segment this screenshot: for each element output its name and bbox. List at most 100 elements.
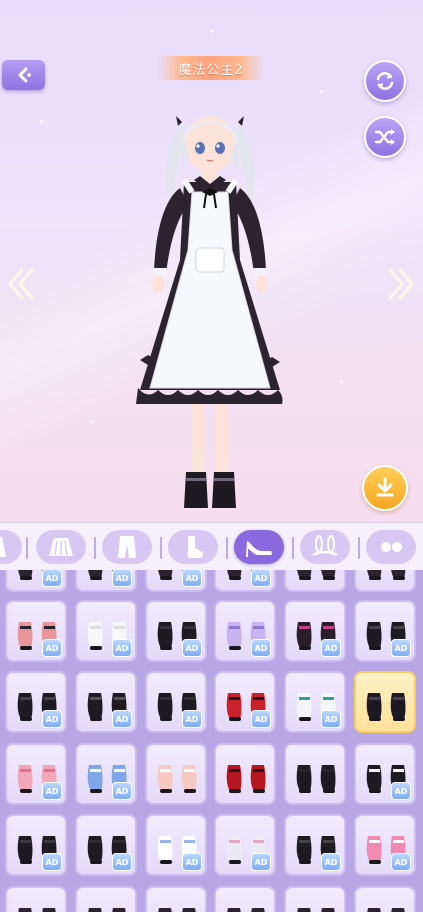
high-heel-icon bbox=[246, 541, 272, 557]
shoe-pair-icon bbox=[367, 908, 405, 912]
shoe-pair-icon bbox=[297, 908, 335, 912]
sparkle bbox=[340, 380, 343, 383]
shoe-pair-icon bbox=[157, 765, 197, 793]
shoe-item[interactable]: AD bbox=[145, 570, 207, 592]
dress-icon bbox=[0, 537, 6, 557]
dots-icon bbox=[381, 542, 402, 552]
shoe-item[interactable]: AD bbox=[5, 570, 67, 592]
divider bbox=[358, 537, 360, 559]
ad-badge: AD bbox=[182, 710, 202, 728]
divider bbox=[26, 537, 28, 559]
shoe-item[interactable]: AD bbox=[75, 570, 137, 592]
shoe-item[interactable]: AD bbox=[75, 743, 137, 805]
shoe-item[interactable]: AD bbox=[5, 671, 67, 733]
shoe-pair-icon bbox=[366, 693, 406, 721]
shoe-item[interactable] bbox=[5, 886, 67, 912]
rotate-button[interactable] bbox=[364, 60, 406, 102]
shoe-item[interactable]: AD bbox=[354, 743, 416, 805]
back-arrow-icon bbox=[18, 67, 31, 83]
ad-badge: AD bbox=[42, 710, 62, 728]
ad-badge: AD bbox=[251, 639, 271, 657]
ad-badge: AD bbox=[391, 853, 411, 871]
skirt-icon bbox=[49, 538, 73, 556]
shoe-item[interactable] bbox=[145, 743, 207, 805]
shoe-item[interactable]: AD bbox=[284, 671, 346, 733]
shoe-item[interactable]: AD bbox=[284, 600, 346, 662]
previous-outfit-button[interactable] bbox=[4, 262, 38, 306]
bunny-ears-icon bbox=[312, 535, 338, 557]
shoe-item[interactable] bbox=[284, 570, 346, 592]
shoe-item[interactable]: AD bbox=[214, 814, 276, 876]
shoe-item[interactable]: AD bbox=[214, 600, 276, 662]
shoe-item[interactable] bbox=[354, 886, 416, 912]
shoe-item[interactable]: AD bbox=[5, 743, 67, 805]
sparkle bbox=[90, 420, 93, 423]
shoe-item[interactable]: AD bbox=[145, 600, 207, 662]
dress-up-screen: 魔法公主2 AD AD AD AD AD AD AD AD AD AD AD A… bbox=[0, 0, 423, 912]
shoe-item[interactable] bbox=[214, 743, 276, 805]
tab-accessory[interactable] bbox=[366, 530, 416, 564]
shoe-item[interactable] bbox=[214, 886, 276, 912]
divider bbox=[226, 537, 228, 559]
pants-icon bbox=[118, 536, 136, 558]
shoe-item-grid: AD AD AD AD AD AD AD AD AD AD AD AD AD AD AD AD AD AD AD AD… bbox=[0, 570, 423, 912]
category-bar bbox=[0, 522, 423, 570]
ad-badge: AD bbox=[42, 782, 62, 800]
shoe-item[interactable]: AD bbox=[145, 671, 207, 733]
ad-badge: AD bbox=[251, 853, 271, 871]
shoe-item[interactable] bbox=[354, 671, 416, 733]
sock-icon bbox=[187, 536, 204, 558]
sparkle bbox=[320, 90, 323, 93]
ad-badge: AD bbox=[391, 639, 411, 657]
ad-badge: AD bbox=[112, 710, 132, 728]
shoe-item[interactable]: AD bbox=[354, 600, 416, 662]
shoe-item[interactable]: AD bbox=[75, 671, 137, 733]
shoe-pair-icon bbox=[227, 908, 265, 912]
character-stage: 魔法公主2 bbox=[0, 0, 423, 522]
tab-dress[interactable] bbox=[0, 530, 22, 564]
ad-badge: AD bbox=[321, 639, 341, 657]
ad-badge: AD bbox=[251, 710, 271, 728]
tab-shoes[interactable] bbox=[234, 530, 284, 564]
shoe-item[interactable] bbox=[145, 886, 207, 912]
sparkle bbox=[210, 30, 213, 33]
tab-pants[interactable] bbox=[102, 530, 152, 564]
shoe-item[interactable]: AD bbox=[354, 814, 416, 876]
ad-badge: AD bbox=[391, 782, 411, 800]
shoe-item[interactable] bbox=[75, 886, 137, 912]
shoe-item[interactable]: AD bbox=[284, 814, 346, 876]
back-button[interactable] bbox=[2, 60, 45, 90]
shoe-item[interactable]: AD bbox=[75, 814, 137, 876]
shoe-item[interactable]: AD bbox=[5, 600, 67, 662]
next-outfit-button[interactable] bbox=[384, 262, 418, 306]
ad-badge: AD bbox=[182, 853, 202, 871]
rotate-icon bbox=[376, 72, 394, 90]
shoe-item[interactable]: AD bbox=[214, 570, 276, 592]
double-chevron-right-icon bbox=[388, 268, 414, 300]
divider bbox=[292, 537, 294, 559]
shuffle-button[interactable] bbox=[364, 116, 406, 158]
tab-ears[interactable] bbox=[300, 530, 350, 564]
shoe-item[interactable] bbox=[354, 570, 416, 592]
shuffle-icon bbox=[374, 129, 395, 145]
ad-badge: AD bbox=[112, 853, 132, 871]
shoe-item[interactable]: AD bbox=[5, 814, 67, 876]
shoe-pair-icon bbox=[296, 765, 336, 793]
shoe-item[interactable] bbox=[284, 743, 346, 805]
divider bbox=[160, 537, 162, 559]
tab-skirt[interactable] bbox=[36, 530, 86, 564]
shoe-pair-icon bbox=[158, 908, 196, 912]
sparkle bbox=[40, 120, 43, 123]
ad-badge: AD bbox=[112, 639, 132, 657]
shoe-item[interactable]: AD bbox=[145, 814, 207, 876]
ad-badge: AD bbox=[182, 639, 202, 657]
download-button[interactable] bbox=[362, 465, 408, 511]
ad-badge: AD bbox=[42, 853, 62, 871]
shoe-item[interactable]: AD bbox=[214, 671, 276, 733]
tab-socks[interactable] bbox=[168, 530, 218, 564]
shoe-item[interactable]: AD bbox=[75, 600, 137, 662]
shoe-item[interactable] bbox=[284, 886, 346, 912]
ad-badge: AD bbox=[251, 570, 271, 587]
shoe-pair-icon bbox=[226, 765, 266, 793]
shoe-pair-icon bbox=[18, 908, 56, 912]
